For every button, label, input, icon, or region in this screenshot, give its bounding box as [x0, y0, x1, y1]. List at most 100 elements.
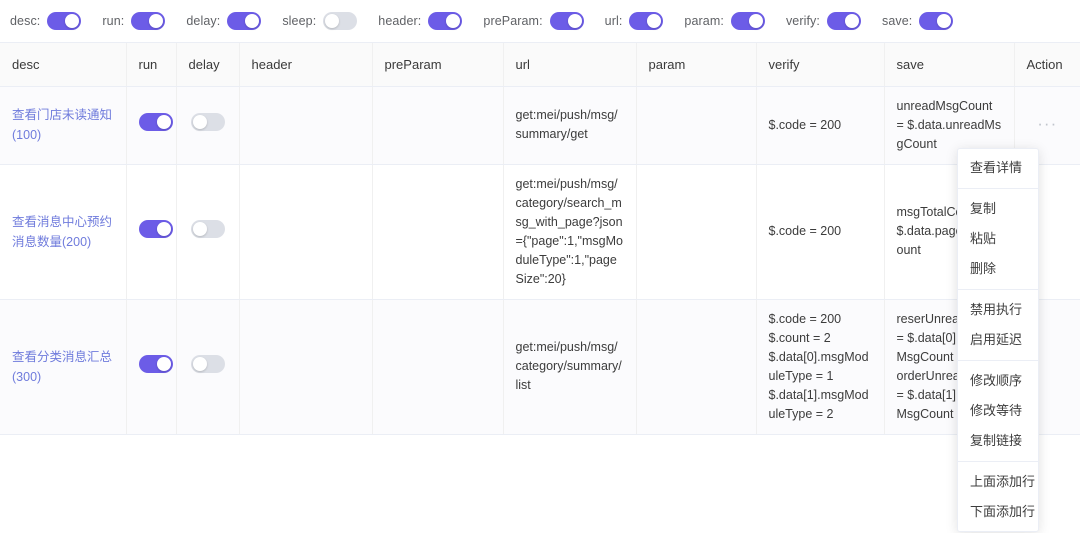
toggle-group-url: url:: [605, 12, 664, 30]
cell-url[interactable]: get:mei/push/msg/summary/get: [503, 86, 637, 165]
toggle-group-param: param:: [684, 12, 765, 30]
toggle-knob: [325, 14, 340, 28]
toggle-knob: [156, 115, 171, 129]
toggle-group-delay: delay:: [186, 12, 262, 30]
column-header-run[interactable]: run: [126, 43, 177, 87]
toggle-knob: [647, 14, 662, 28]
row-run-toggle[interactable]: [138, 113, 173, 131]
column-header-url[interactable]: url: [503, 43, 637, 87]
toggle-switch-sleep[interactable]: [323, 12, 358, 30]
toggle-switch-desc[interactable]: [47, 12, 82, 30]
toggle-group-sleep: sleep:: [282, 12, 358, 30]
column-header-delay[interactable]: delay: [176, 43, 240, 87]
menu-item[interactable]: 启用延迟: [958, 325, 1038, 355]
toggle-knob: [844, 14, 859, 28]
column-header-verify[interactable]: verify: [756, 43, 885, 87]
column-header-desc[interactable]: desc: [0, 43, 127, 87]
toggle-knob: [567, 14, 582, 28]
header-row: desc run delay header preParam url param verify…: [0, 43, 1080, 87]
toggle-knob: [446, 14, 461, 28]
cell-preparam[interactable]: [372, 164, 504, 300]
desc-link[interactable]: 查看门店未读通知(100): [12, 108, 112, 142]
cell-url[interactable]: get:mei/push/msg/category/summary/list: [503, 299, 637, 435]
menu-item[interactable]: 复制链接: [958, 426, 1038, 456]
menu-item[interactable]: 禁用执行: [958, 295, 1038, 325]
desc-link[interactable]: 查看分类消息汇总(300): [12, 350, 112, 384]
menu-item[interactable]: 查看详情: [958, 153, 1038, 183]
column-header-preParam[interactable]: preParam: [372, 43, 504, 87]
toggle-knob: [192, 115, 207, 129]
toggle-label: url:: [604, 14, 623, 28]
row-context-menu[interactable]: 查看详情复制 粘贴 删除禁用执行 启用延迟修改顺序 修改等待 复制链接上面添加行 下面添加行: [957, 148, 1039, 532]
cell-header[interactable]: [239, 86, 373, 165]
cell-delay: [176, 86, 240, 165]
cell-preparam[interactable]: [372, 299, 504, 435]
column-header-param[interactable]: param: [636, 43, 757, 87]
toggle-label: delay:: [186, 14, 221, 28]
cell-param[interactable]: [636, 164, 757, 300]
row-run-toggle[interactable]: [138, 219, 173, 238]
menu-item[interactable]: 粘贴: [958, 224, 1038, 254]
menu-item[interactable]: 删除: [958, 254, 1038, 284]
toggle-switch-param[interactable]: [730, 12, 765, 30]
table-container: desc run delay header preParam url param verify…: [0, 42, 1080, 533]
cell-param[interactable]: [636, 299, 757, 435]
cell-run: [126, 299, 177, 435]
menu-item[interactable]: 修改顺序: [958, 366, 1038, 396]
row-run-toggle[interactable]: [138, 354, 173, 373]
toggle-label: save:: [881, 14, 913, 28]
toggle-knob: [937, 14, 952, 28]
toggle-knob: [156, 221, 171, 236]
cell-header[interactable]: [239, 299, 373, 435]
cell-param[interactable]: [636, 86, 757, 165]
table-header: desc run delay header preParam url param verify…: [0, 43, 1080, 87]
toggle-knob: [192, 221, 207, 236]
toggle-group-header: header:: [378, 12, 463, 30]
cell-desc: 查看分类消息汇总(300): [0, 299, 127, 435]
table-row[interactable]: 查看门店未读通知(100) get:mei/push/msg/summary/ge…: [0, 86, 1080, 165]
column-header-header[interactable]: header: [239, 43, 373, 87]
toggle-label: run:: [102, 14, 125, 28]
menu-item[interactable]: 下面添加行: [958, 497, 1038, 527]
cell-verify[interactable]: $.code = 200 $.count = 2 $.data[0].msgMo…: [756, 299, 885, 435]
menu-item[interactable]: 上面添加行: [958, 467, 1038, 497]
toggle-switch-header[interactable]: [428, 12, 463, 30]
desc-link[interactable]: 查看消息中心预约消息数量(200): [12, 215, 112, 249]
row-delay-toggle[interactable]: [190, 113, 225, 131]
cell-run: [126, 86, 177, 165]
menu-separator: [958, 188, 1038, 189]
cell-preparam[interactable]: [372, 86, 504, 165]
toggle-knob: [192, 356, 207, 371]
row-actions-menu-button[interactable]: ···: [1037, 114, 1057, 133]
column-header-action[interactable]: Action: [1014, 43, 1080, 87]
cell-verify[interactable]: $.code = 200: [756, 86, 885, 165]
table-row[interactable]: 查看分类消息汇总(300) get:mei/push/msg/category/s…: [0, 299, 1080, 435]
toggle-switch-save[interactable]: [919, 12, 954, 30]
cell-header[interactable]: [239, 164, 373, 300]
toggle-knob: [65, 14, 80, 28]
toggle-switch-delay[interactable]: [227, 12, 262, 30]
toggle-toolbar: desc: run: delay: sleep: header: preParam: url…: [0, 0, 1080, 42]
toggle-group-preParam: preParam:: [483, 12, 584, 30]
menu-item[interactable]: 复制: [958, 194, 1038, 224]
toggle-knob: [149, 14, 164, 28]
toggle-knob: [748, 14, 763, 28]
toggle-knob: [156, 356, 171, 371]
row-delay-toggle[interactable]: [190, 354, 225, 373]
cell-url[interactable]: get:mei/push/msg/category/search_msg_wit…: [503, 164, 637, 300]
column-header-save[interactable]: save: [884, 43, 1015, 87]
cell-delay: [176, 164, 240, 300]
toggle-switch-verify[interactable]: [826, 12, 861, 30]
row-delay-toggle[interactable]: [190, 219, 225, 238]
toggle-label: header:: [378, 14, 422, 28]
table-body: 查看门店未读通知(100) get:mei/push/msg/summary/ge…: [0, 86, 1080, 435]
menu-separator: [958, 461, 1038, 462]
toggle-switch-preParam[interactable]: [549, 12, 584, 30]
test-case-table: desc run delay header preParam url param verify…: [0, 43, 1080, 435]
cell-desc: 查看门店未读通知(100): [0, 86, 127, 165]
cell-verify[interactable]: $.code = 200: [756, 164, 885, 300]
toggle-switch-run[interactable]: [131, 12, 166, 30]
menu-item[interactable]: 修改等待: [958, 396, 1038, 426]
toggle-switch-url[interactable]: [629, 12, 664, 30]
table-row[interactable]: 查看消息中心预约消息数量(200) get:mei/push/msg/catego…: [0, 164, 1080, 300]
